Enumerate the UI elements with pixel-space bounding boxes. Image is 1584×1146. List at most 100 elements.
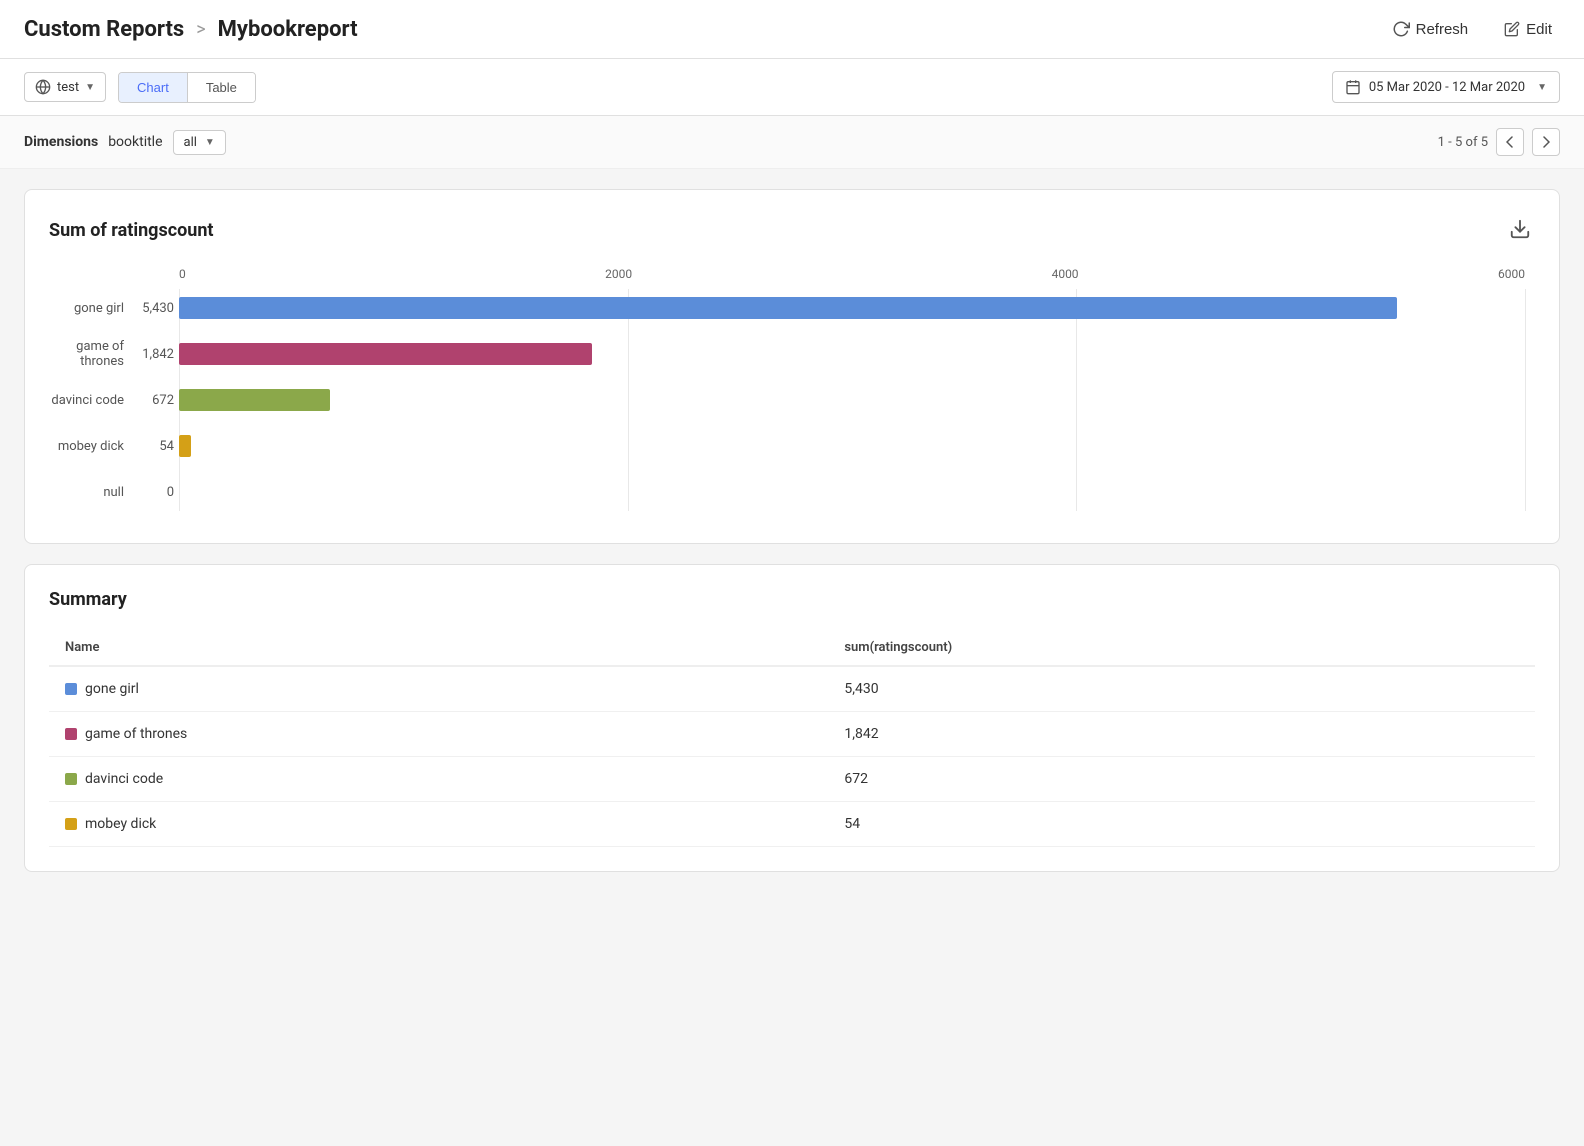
chart-bars: gone girl5,430 game of thrones1,842 davinc…: [179, 289, 1525, 511]
dimensions-bar: Dimensions booktitle all ▼ 1 - 5 of 5: [0, 116, 1584, 169]
chart-rows: gone girl5,430 game of thrones1,842 davinc…: [179, 289, 1525, 511]
header: Custom Reports > Mybookreport Refresh Ed…: [0, 0, 1584, 59]
bar-fill: [179, 435, 191, 457]
dimension-filter[interactable]: all ▼: [173, 130, 226, 155]
row-name: mobey dick: [85, 816, 156, 832]
summary-table-body: gone girl5,430game of thrones1,842davinc…: [49, 666, 1535, 847]
axis-label-2000: 2000: [605, 267, 632, 281]
name-cell: game of thrones: [49, 712, 828, 757]
bar-label: davinci code: [49, 393, 124, 408]
prev-page-button[interactable]: [1496, 128, 1524, 156]
bar-value: 54: [129, 439, 174, 454]
axis-label-0: 0: [179, 267, 186, 281]
bar-label: game of thrones: [49, 339, 124, 369]
summary-table: Name sum(ratingscount) gone girl5,430gam…: [49, 630, 1535, 847]
chart-bar-row: game of thrones1,842: [179, 335, 1525, 373]
name-cell: gone girl: [49, 666, 828, 712]
pagination-text: 1 - 5 of 5: [1438, 135, 1488, 150]
table-row: game of thrones 1,842: [49, 712, 1535, 757]
row-name: game of thrones: [85, 726, 187, 742]
summary-card-header: Summary: [49, 589, 1535, 610]
chart-card: Sum of ratingscount 0 2000 4000 6000: [24, 189, 1560, 544]
color-dot: [65, 773, 77, 785]
toolbar-left: test ▼ Chart Table: [24, 72, 256, 103]
filter-value: all: [184, 135, 197, 150]
tab-chart[interactable]: Chart: [119, 73, 188, 102]
refresh-button[interactable]: Refresh: [1384, 16, 1477, 42]
row-name: davinci code: [85, 771, 163, 787]
chart-card-header: Sum of ratingscount: [49, 214, 1535, 247]
bar-value: 5,430: [129, 301, 174, 316]
bar-fill: [179, 389, 330, 411]
toolbar: test ▼ Chart Table 05 Mar 2020 - 12 Mar …: [0, 59, 1584, 116]
chart-title: Sum of ratingscount: [49, 220, 214, 241]
axis-label-4000: 4000: [1052, 267, 1079, 281]
summary-table-header-row: Name sum(ratingscount): [49, 630, 1535, 666]
download-button[interactable]: [1505, 214, 1535, 247]
bar-label: gone girl: [49, 301, 124, 316]
filter-dropdown-icon: ▼: [205, 137, 215, 148]
edit-button[interactable]: Edit: [1496, 17, 1560, 42]
chart-bar-row: null0: [179, 473, 1525, 511]
value-cell: 54: [828, 802, 1535, 847]
bar-fill: [179, 297, 1397, 319]
date-dropdown-icon: ▼: [1537, 82, 1547, 93]
summary-title: Summary: [49, 589, 127, 610]
header-actions: Refresh Edit: [1384, 16, 1560, 42]
row-name: gone girl: [85, 681, 139, 697]
chart-bar-row: davinci code672: [179, 381, 1525, 419]
env-label: test: [57, 80, 79, 95]
refresh-label: Refresh: [1416, 21, 1469, 38]
edit-label: Edit: [1526, 21, 1552, 38]
chart-bar-row: mobey dick54: [179, 427, 1525, 465]
table-row: mobey dick 54: [49, 802, 1535, 847]
chart-area: 0 2000 4000 6000 gone girl5,430game of t…: [49, 267, 1535, 511]
date-range-selector[interactable]: 05 Mar 2020 - 12 Mar 2020 ▼: [1332, 71, 1560, 103]
name-cell: mobey dick: [49, 802, 828, 847]
edit-icon: [1504, 21, 1520, 37]
dimensions-left: Dimensions booktitle all ▼: [24, 130, 226, 155]
env-selector[interactable]: test ▼: [24, 72, 106, 102]
dimensions-label: Dimensions: [24, 134, 98, 150]
breadcrumb-custom-reports[interactable]: Custom Reports: [24, 17, 184, 42]
bar-fill: [179, 343, 592, 365]
bar-label: null: [49, 485, 124, 500]
chart-axis-labels: 0 2000 4000 6000: [179, 267, 1525, 281]
chart-bar-row: gone girl5,430: [179, 289, 1525, 327]
color-dot: [65, 728, 77, 740]
grid-line-6000: [1525, 289, 1526, 511]
table-row: davinci code 672: [49, 757, 1535, 802]
refresh-icon: [1392, 20, 1410, 38]
bar-value: 0: [129, 485, 174, 500]
pagination: 1 - 5 of 5: [1438, 128, 1560, 156]
globe-icon: [35, 79, 51, 95]
bar-label: mobey dick: [49, 439, 124, 454]
table-row: gone girl 5,430: [49, 666, 1535, 712]
dimension-field: booktitle: [108, 134, 162, 150]
env-dropdown-icon: ▼: [85, 82, 95, 93]
col-value-header: sum(ratingscount): [828, 630, 1535, 666]
summary-card: Summary Name sum(ratingscount) gone girl…: [24, 564, 1560, 872]
value-cell: 672: [828, 757, 1535, 802]
date-range-text: 05 Mar 2020 - 12 Mar 2020: [1369, 80, 1525, 95]
chevron-right-icon: [1542, 136, 1550, 148]
value-cell: 5,430: [828, 666, 1535, 712]
col-name-header: Name: [49, 630, 828, 666]
view-tabs: Chart Table: [118, 72, 256, 103]
value-cell: 1,842: [828, 712, 1535, 757]
chevron-left-icon: [1506, 136, 1514, 148]
bar-value: 672: [129, 393, 174, 408]
name-cell: davinci code: [49, 757, 828, 802]
breadcrumb-report-name: Mybookreport: [218, 17, 358, 42]
color-dot: [65, 683, 77, 695]
download-icon: [1509, 218, 1531, 240]
main-content: Sum of ratingscount 0 2000 4000 6000: [0, 169, 1584, 892]
axis-label-6000: 6000: [1498, 267, 1525, 281]
next-page-button[interactable]: [1532, 128, 1560, 156]
color-dot: [65, 818, 77, 830]
calendar-icon: [1345, 79, 1361, 95]
breadcrumb-separator: >: [196, 19, 205, 40]
breadcrumb: Custom Reports > Mybookreport: [24, 17, 358, 42]
tab-table[interactable]: Table: [188, 73, 255, 102]
bar-value: 1,842: [129, 347, 174, 362]
